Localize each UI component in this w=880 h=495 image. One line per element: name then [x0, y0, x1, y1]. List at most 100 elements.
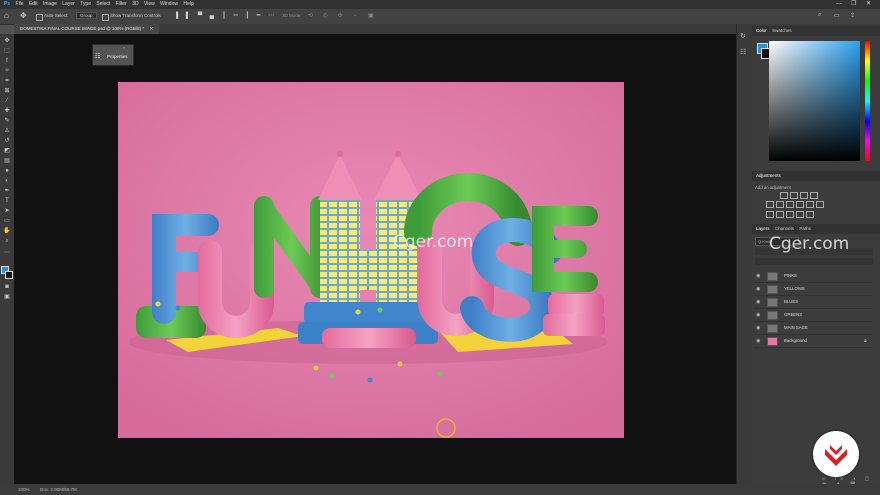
crop-tool-icon[interactable]: ⌗: [3, 78, 11, 84]
auto-select-label: Auto-Select:: [44, 13, 69, 18]
path-selection-tool-icon[interactable]: ➤: [3, 208, 11, 214]
hand-tool-icon[interactable]: ✋: [3, 228, 11, 234]
hue-slider[interactable]: [865, 41, 870, 161]
tab-swatches[interactable]: Swatches: [772, 26, 792, 36]
zoom-tool-icon[interactable]: ⌕: [3, 238, 11, 244]
tab-layers[interactable]: Layers: [756, 224, 770, 234]
lock-row[interactable]: [755, 258, 873, 265]
brush-tool-icon[interactable]: ✎: [3, 118, 11, 124]
posterize-icon[interactable]: [776, 211, 784, 218]
tab-paths[interactable]: Paths: [799, 224, 811, 234]
3d-mode-label: 3D Mode:: [282, 13, 302, 18]
history-brush-tool-icon[interactable]: ↺: [3, 138, 11, 144]
watermark-text: Cger.com: [393, 232, 474, 252]
panel-menu-icon[interactable]: »: [123, 45, 125, 50]
more-tools-icon[interactable]: ⋯: [3, 250, 11, 256]
screen-mode-icon[interactable]: ▣: [3, 294, 11, 300]
threshold-icon[interactable]: [786, 211, 794, 218]
share-icon[interactable]: ⇪: [850, 12, 855, 19]
rectangle-tool-icon[interactable]: ▭: [3, 218, 11, 224]
magic-wand-tool-icon[interactable]: ✧: [3, 68, 11, 74]
maximize-icon[interactable]: ❐: [851, 0, 856, 9]
tab-channels[interactable]: Channels: [775, 224, 794, 234]
layer-row[interactable]: ◉ Background 🔒︎: [754, 335, 872, 348]
menu-window[interactable]: Window: [160, 0, 178, 9]
visibility-eye-icon[interactable]: ◉: [756, 299, 760, 305]
close-tab-icon[interactable]: ✕: [149, 26, 153, 31]
properties-panel-collapsed[interactable]: ☷ Properties »: [92, 44, 134, 66]
layer-row[interactable]: ◉ BLUES: [754, 296, 872, 309]
gradient-map-icon[interactable]: [796, 211, 804, 218]
blur-tool-icon[interactable]: ●: [3, 168, 11, 174]
history-panel-icon[interactable]: ↻: [740, 32, 746, 40]
artwork-image[interactable]: [118, 82, 624, 438]
move-tool-icon[interactable]: ✥: [3, 38, 11, 44]
color-balance-icon[interactable]: [786, 201, 794, 208]
menu-type[interactable]: Type: [80, 0, 91, 9]
auto-select-checkbox[interactable]: [36, 14, 43, 21]
close-icon[interactable]: ✕: [866, 0, 871, 9]
document-tab[interactable]: DOMESTIKA FINAL COURSE IMAGE.psd @ 100% …: [14, 24, 160, 34]
transform-controls-checkbox[interactable]: [102, 14, 109, 21]
brightness-icon[interactable]: [780, 192, 788, 199]
black-white-icon[interactable]: [796, 201, 804, 208]
eyedropper-tool-icon[interactable]: ⁄: [3, 98, 11, 104]
layer-row[interactable]: ◉ YELLOWS: [754, 283, 872, 296]
layer-row[interactable]: ◉ MAIN SAGE: [754, 322, 872, 335]
minimize-icon[interactable]: —: [836, 0, 842, 9]
levels-icon[interactable]: [790, 192, 798, 199]
layer-row[interactable]: ◉ GREENS: [754, 309, 872, 322]
background-color-swatch[interactable]: [5, 271, 13, 279]
properties-label: Properties: [107, 54, 128, 59]
healing-brush-tool-icon[interactable]: ✚: [3, 108, 11, 114]
menu-select[interactable]: Select: [96, 0, 110, 9]
type-tool-icon[interactable]: T: [3, 198, 11, 204]
visibility-eye-icon[interactable]: ◉: [756, 286, 760, 292]
selective-color-icon[interactable]: [806, 211, 814, 218]
photo-filter-icon[interactable]: [806, 201, 814, 208]
menu-help[interactable]: Help: [183, 0, 193, 9]
menu-image[interactable]: Image: [43, 0, 57, 9]
color-picker-field[interactable]: [769, 41, 860, 161]
clone-stamp-tool-icon[interactable]: ♙: [3, 128, 11, 134]
properties-panel-icon[interactable]: ☷: [740, 48, 746, 56]
search-icon[interactable]: ⌕: [818, 12, 821, 19]
document-size[interactable]: Doc: 2.90M/56.7M: [40, 487, 77, 492]
frame-tool-icon[interactable]: ⊠: [3, 88, 11, 94]
marquee-tool-icon[interactable]: ⬚: [3, 48, 11, 54]
visibility-eye-icon[interactable]: ◉: [756, 273, 760, 279]
pen-tool-icon[interactable]: ✒: [3, 188, 11, 194]
menu-file[interactable]: File: [16, 0, 24, 9]
vibrance-icon[interactable]: [766, 201, 774, 208]
visibility-eye-icon[interactable]: ◉: [756, 312, 760, 318]
menu-view[interactable]: View: [144, 0, 155, 9]
visibility-eye-icon[interactable]: ◉: [756, 338, 760, 344]
invert-icon[interactable]: [766, 211, 774, 218]
curves-icon[interactable]: [800, 192, 808, 199]
move-tool-icon[interactable]: ✥: [20, 11, 27, 20]
quick-mask-icon[interactable]: ◙: [3, 284, 11, 290]
menu-3d[interactable]: 3D: [132, 0, 138, 9]
visibility-eye-icon[interactable]: ◉: [756, 325, 760, 331]
zoom-level[interactable]: 100%: [18, 487, 30, 492]
menu-edit[interactable]: Edit: [29, 0, 38, 9]
logo-mark-icon: [825, 445, 847, 466]
workspace-icon[interactable]: ▭: [834, 12, 840, 19]
gradient-tool-icon[interactable]: ▤: [3, 158, 11, 164]
menu-filter[interactable]: Filter: [116, 0, 127, 9]
hue-saturation-icon[interactable]: [776, 201, 784, 208]
layer-row[interactable]: ◉ PINKS: [754, 270, 872, 283]
eraser-tool-icon[interactable]: ◩: [3, 148, 11, 154]
auto-select-dropdown[interactable]: Group: [76, 12, 97, 19]
tab-color[interactable]: Color: [756, 26, 767, 36]
dodge-tool-icon[interactable]: ◐: [3, 178, 11, 184]
home-icon[interactable]: ⌂: [4, 11, 9, 20]
lasso-tool-icon[interactable]: ℓ: [3, 58, 11, 64]
3d-mode-icons[interactable]: ⟲ ◎ ✣ ⇔ ▣: [308, 12, 378, 19]
align-icons[interactable]: ▐ ▌ ▀ ▄ ║ ═ ┃ ━ ⋯: [174, 12, 277, 19]
channel-mixer-icon[interactable]: [816, 201, 824, 208]
exposure-icon[interactable]: [810, 192, 818, 199]
watermark-text-2: Cger.com: [769, 234, 850, 254]
photoshop-logo-icon[interactable]: Ps: [4, 0, 10, 9]
menu-layer[interactable]: Layer: [62, 0, 75, 9]
